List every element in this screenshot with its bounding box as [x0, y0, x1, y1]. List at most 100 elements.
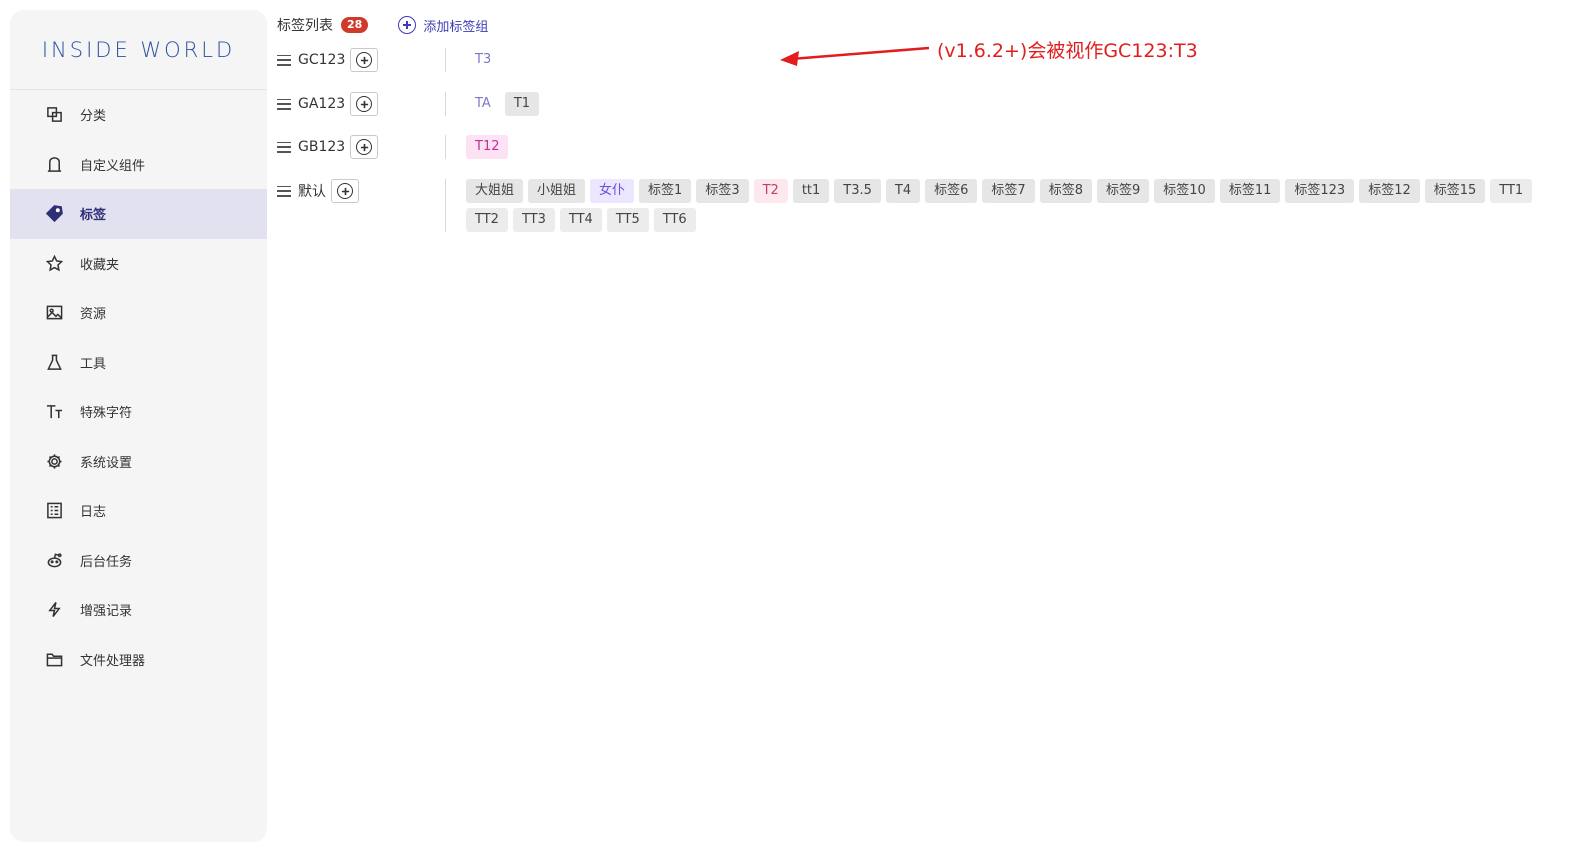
tag-group: GB123 T12: [277, 135, 1536, 159]
tag-chip[interactable]: T4: [885, 179, 921, 203]
tag-chip[interactable]: 标签10: [1154, 179, 1215, 203]
add-circle-icon: [356, 139, 373, 155]
sidebar-item-label: 资源: [80, 307, 107, 323]
tag-chip[interactable]: TA: [466, 92, 500, 116]
group-divider: [445, 135, 446, 159]
tag-chip[interactable]: 标签9: [1096, 179, 1150, 203]
sidebar-menu: 分类自定义组件标签收藏夹资源工具特殊字符系统设置日志后台任务增强记录文件处理器: [10, 90, 267, 684]
sidebar-item-label: 日志: [80, 505, 107, 521]
sidebar-item-label: 标签: [80, 208, 107, 224]
add-group-label: 添加标签组: [423, 19, 489, 35]
page-header: 标签列表 28 添加标签组: [277, 14, 488, 36]
sidebar-item-label: 系统设置: [80, 455, 133, 471]
sidebar-item-8[interactable]: 日志: [10, 486, 267, 536]
drag-handle-icon[interactable]: [277, 98, 291, 110]
sidebar-item-4[interactable]: 资源: [10, 288, 267, 338]
sidebar-item-10[interactable]: 增强记录: [10, 585, 267, 635]
sidebar-item-6[interactable]: 特殊字符: [10, 387, 267, 437]
reddit-icon: [45, 551, 63, 569]
add-group-button[interactable]: 添加标签组: [398, 16, 488, 35]
tag-list: T12: [466, 135, 1536, 159]
group-name: GA123: [298, 96, 346, 112]
folder-icon: [45, 650, 63, 668]
sidebar-item-label: 后台任务: [80, 554, 133, 570]
page-title: 标签列表: [277, 18, 333, 34]
logo-text: INSIDE WORLD: [41, 37, 236, 62]
sidebar-item-label: 增强记录: [80, 604, 133, 620]
tag-chip[interactable]: tt1: [792, 179, 830, 203]
group-name: GB123: [298, 139, 346, 155]
tag-chip[interactable]: 大姐姐: [466, 179, 524, 203]
sidebar-item-9[interactable]: 后台任务: [10, 536, 267, 586]
tag-chip[interactable]: TT1: [1490, 179, 1533, 203]
group-divider: [445, 92, 446, 116]
sidebar-item-label: 分类: [80, 109, 107, 125]
tag-chip[interactable]: 标签123: [1285, 179, 1355, 203]
tag-chip[interactable]: 小姐姐: [528, 179, 586, 203]
annotation-arrow: [780, 46, 930, 66]
tag-chip[interactable]: 女仆: [590, 179, 635, 203]
tag-chip[interactable]: 标签12: [1359, 179, 1420, 203]
tag-chip[interactable]: 标签11: [1219, 179, 1281, 203]
tag-chip[interactable]: 标签8: [1039, 179, 1092, 203]
log-icon: [45, 502, 63, 520]
tag-chip[interactable]: TT5: [606, 208, 649, 232]
tag-group: GA123 TA T1: [277, 92, 1536, 116]
flask-icon: [45, 353, 63, 371]
sidebar-item-label: 文件处理器: [80, 653, 146, 669]
tag-chip[interactable]: TT4: [559, 208, 602, 232]
gear-icon: [45, 452, 63, 470]
add-circle-icon: [356, 96, 373, 112]
count-badge: 28: [341, 17, 369, 33]
annotation-text: (v1.6.2+)会被视作GC123:T3: [937, 40, 1198, 62]
image-icon: [45, 304, 63, 322]
tag-chip[interactable]: 标签6: [925, 179, 978, 203]
component-icon: [45, 155, 63, 173]
tag-chip[interactable]: T3: [466, 48, 500, 72]
add-circle-icon: [337, 183, 353, 199]
main-content: 标签列表 28 添加标签组 GC123 T3 GA123 TA T1 GB123 T12 默认…: [277, 0, 1584, 861]
sidebar-item-0[interactable]: 分类: [10, 90, 267, 140]
tag-chip[interactable]: TT3: [512, 208, 555, 232]
tag-chip[interactable]: 标签7: [982, 179, 1035, 203]
tag-chip[interactable]: 标签1: [639, 179, 692, 203]
group-name: GC123: [298, 52, 346, 68]
tag-list: TA T1: [466, 92, 1536, 116]
add-tag-button[interactable]: [350, 135, 379, 159]
tag-chip[interactable]: T2: [753, 179, 788, 203]
sidebar-item-1[interactable]: 自定义组件: [10, 140, 267, 190]
add-tag-button[interactable]: [350, 48, 379, 72]
tag-chip[interactable]: 标签3: [696, 179, 749, 203]
drag-handle-icon[interactable]: [277, 185, 291, 197]
logo[interactable]: INSIDE WORLD: [10, 10, 267, 90]
sidebar-item-label: 收藏夹: [80, 257, 120, 273]
tag-chip[interactable]: T3.5: [834, 179, 881, 203]
tag-list: 大姐姐 小姐姐 女仆 标签1 标签3 T2 tt1 T3.5 T4 标签6 标签7 标签8 标签9 标签1…: [466, 179, 1536, 232]
sidebar-item-label: 自定义组件: [80, 158, 146, 174]
tag-chip[interactable]: 标签15: [1424, 179, 1486, 203]
bolt-icon: [45, 601, 63, 619]
text-icon: [45, 403, 63, 421]
drag-handle-icon[interactable]: [277, 141, 291, 153]
tag-icon: [45, 205, 63, 223]
sidebar-item-2[interactable]: 标签: [10, 189, 267, 239]
sidebar-item-7[interactable]: 系统设置: [10, 437, 267, 487]
copy-icon: [45, 106, 63, 124]
tag-chip[interactable]: T12: [466, 135, 509, 159]
tag-chip[interactable]: TT2: [466, 208, 508, 232]
sidebar-item-label: 工具: [80, 356, 107, 372]
add-circle-icon: [398, 16, 417, 34]
tag-chip[interactable]: T1: [504, 92, 540, 116]
sidebar: INSIDE WORLD 分类自定义组件标签收藏夹资源工具特殊字符系统设置日志后…: [10, 10, 267, 842]
sidebar-item-3[interactable]: 收藏夹: [10, 239, 267, 289]
add-tag-button[interactable]: [350, 92, 379, 116]
tag-chip[interactable]: TT6: [653, 208, 696, 232]
sidebar-item-5[interactable]: 工具: [10, 338, 267, 388]
tag-group: 默认 大姐姐 小姐姐 女仆 标签1 标签3 T2 tt1 T3.5 T4 标签6 标签7 标签8 标签9 标…: [277, 179, 1536, 232]
group-divider: [445, 48, 446, 72]
drag-handle-icon[interactable]: [277, 54, 291, 66]
sidebar-item-label: 特殊字符: [80, 406, 133, 422]
add-circle-icon: [356, 52, 373, 68]
add-tag-button[interactable]: [331, 179, 359, 203]
sidebar-item-11[interactable]: 文件处理器: [10, 635, 267, 685]
